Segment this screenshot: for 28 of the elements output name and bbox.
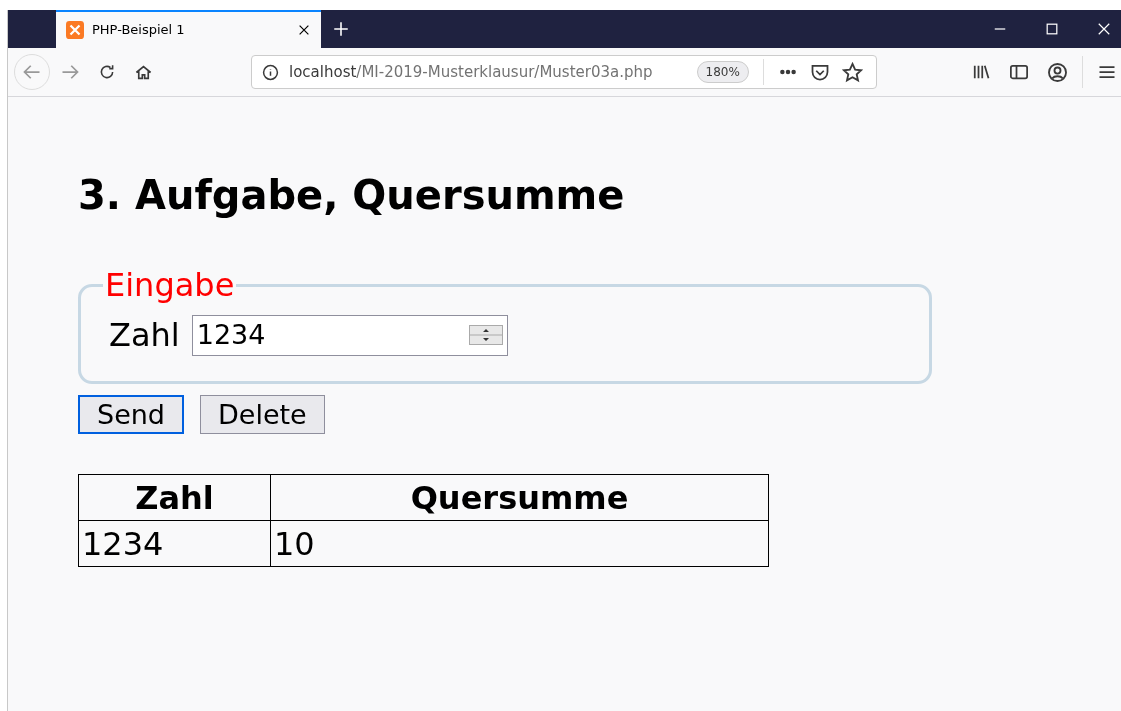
browser-tab[interactable]: PHP-Beispiel 1 <box>56 10 321 48</box>
sidebar-icon[interactable] <box>1009 62 1029 82</box>
column-header: Quersumme <box>270 474 769 521</box>
number-field[interactable]: 1234 <box>191 314 508 356</box>
address-bar[interactable]: localhost/MI-2019-Musterklausur/Muster03a.php 180% <box>251 55 877 89</box>
star-icon[interactable] <box>841 61 863 83</box>
info-icon[interactable] <box>262 63 279 81</box>
column-header: Zahl <box>78 474 271 521</box>
plus-icon[interactable] <box>332 20 350 38</box>
table-cell: 1234 <box>78 520 271 567</box>
app-logo-icon <box>66 21 84 39</box>
zoom-badge[interactable]: 180% <box>696 61 749 83</box>
form-button[interactable]: Send <box>78 395 184 434</box>
pocket-icon[interactable] <box>809 62 830 82</box>
group-legend: Eingabe <box>103 269 237 301</box>
tab-title: PHP-Beispiel 1 <box>92 21 186 40</box>
spinner-icon[interactable] <box>468 325 503 345</box>
field-value: 1234 <box>195 317 267 352</box>
table-cell: 10 <box>270 520 769 567</box>
account-icon[interactable] <box>1047 61 1068 83</box>
home-icon[interactable] <box>134 62 153 82</box>
field-label: Zahl <box>109 315 180 356</box>
url-text: localhost/MI-2019-Musterklausur/Muster03a.php <box>289 61 653 83</box>
close-icon[interactable] <box>297 23 311 37</box>
reload-icon[interactable] <box>98 63 116 81</box>
form-button[interactable]: Delete <box>200 395 325 434</box>
close-icon[interactable] <box>1097 22 1111 36</box>
maximize-icon[interactable] <box>1045 22 1059 36</box>
